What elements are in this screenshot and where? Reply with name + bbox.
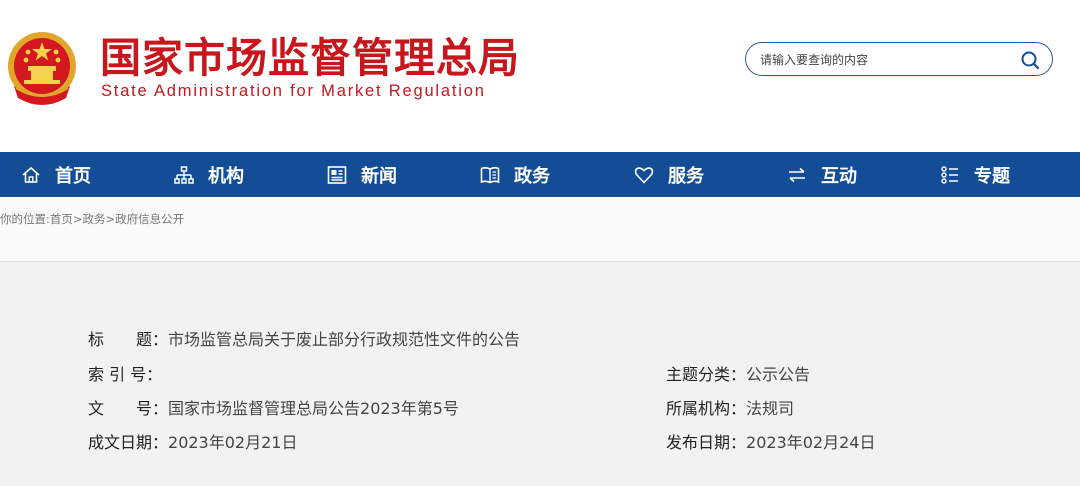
breadcrumb: 你的位置:首页>政务>政府信息公开	[0, 211, 184, 227]
info-row-agency: 所属机构：法规司	[666, 399, 794, 419]
info-key-index-number: 索 引 号：	[88, 365, 163, 384]
breadcrumb-link-home[interactable]: 首页	[50, 212, 73, 226]
nav-label-services: 服务	[668, 165, 704, 187]
list-icon	[941, 165, 958, 184]
exchange-arrows-icon	[789, 167, 805, 182]
info-value-published-date: 2023年02月24日	[746, 433, 876, 452]
nav-item-interaction[interactable]: 互动	[786, 152, 857, 197]
nav-label-topics: 专题	[974, 165, 1010, 187]
nav-label-interaction: 互动	[821, 165, 857, 187]
breadcrumb-prefix: 你的位置:	[0, 212, 50, 226]
nav-label-home: 首页	[55, 165, 91, 187]
nav-item-institutions[interactable]: 机构	[173, 152, 244, 197]
search-box	[745, 42, 1053, 76]
info-key-agency: 所属机构：	[666, 399, 747, 418]
heart-icon	[634, 166, 654, 184]
site-title[interactable]: 国家市场监督管理总局	[100, 34, 520, 82]
national-emblem-icon[interactable]	[6, 28, 78, 108]
home-icon	[22, 166, 40, 183]
info-value-title: 市场监管总局关于废止部分行政规范性文件的公告	[168, 330, 521, 349]
nav-item-services[interactable]: 服务	[633, 152, 704, 197]
breadcrumb-separator: >	[105, 212, 116, 226]
org-chart-icon	[174, 165, 194, 184]
info-row-created-date: 成文日期：2023年02月21日	[88, 433, 297, 453]
document-info-panel: 标 题：市场监管总局关于废止部分行政规范性文件的公告 索 引 号： 主题分类：公…	[0, 261, 1080, 486]
info-value-created-date: 2023年02月21日	[168, 433, 298, 452]
info-row-title: 标 题：市场监管总局关于废止部分行政规范性文件的公告	[88, 330, 520, 350]
site-title-english: State Administration for Market Regulati…	[101, 82, 486, 100]
main-nav: 首页 机构 新闻 政务 服务 互动 专题	[0, 152, 1080, 197]
nav-label-institutions: 机构	[208, 165, 244, 187]
info-row-published-date: 发布日期：2023年02月24日	[666, 433, 875, 453]
info-row-index-number: 索 引 号：	[88, 365, 162, 385]
info-key-created-date: 成文日期：	[88, 433, 169, 452]
info-key-published-date: 发布日期：	[666, 433, 747, 452]
breadcrumb-separator: >	[72, 212, 83, 226]
info-value-agency: 法规司	[746, 399, 795, 418]
info-value-document-number: 国家市场监督管理总局公告2023年第5号	[168, 399, 459, 418]
book-icon	[480, 166, 500, 183]
breadcrumb-link-government-affairs[interactable]: 政务	[83, 212, 106, 226]
info-row-document-number: 文 号：国家市场监督管理总局公告2023年第5号	[88, 399, 459, 419]
nav-label-news: 新闻	[361, 165, 397, 187]
newspaper-icon	[327, 165, 347, 184]
nav-item-news[interactable]: 新闻	[326, 152, 397, 197]
info-key-title: 标 题：	[88, 330, 169, 349]
breadcrumb-link-info-disclosure[interactable]: 政府信息公开	[115, 212, 184, 226]
breadcrumb-bar: 你的位置:首页>政务>政府信息公开	[0, 197, 1080, 261]
search-icon[interactable]	[1020, 50, 1040, 70]
info-value-category: 公示公告	[746, 365, 811, 384]
search-input[interactable]	[758, 50, 1012, 70]
info-row-category: 主题分类：公示公告	[666, 365, 810, 385]
nav-label-government-affairs: 政务	[514, 165, 550, 187]
nav-item-home[interactable]: 首页	[20, 152, 91, 197]
nav-item-topics[interactable]: 专题	[939, 152, 1010, 197]
site-header: 国家市场监督管理总局 State Administration for Mark…	[0, 0, 1080, 152]
nav-item-government-affairs[interactable]: 政务	[479, 152, 550, 197]
info-key-document-number: 文 号：	[88, 399, 169, 418]
info-key-category: 主题分类：	[666, 365, 747, 384]
